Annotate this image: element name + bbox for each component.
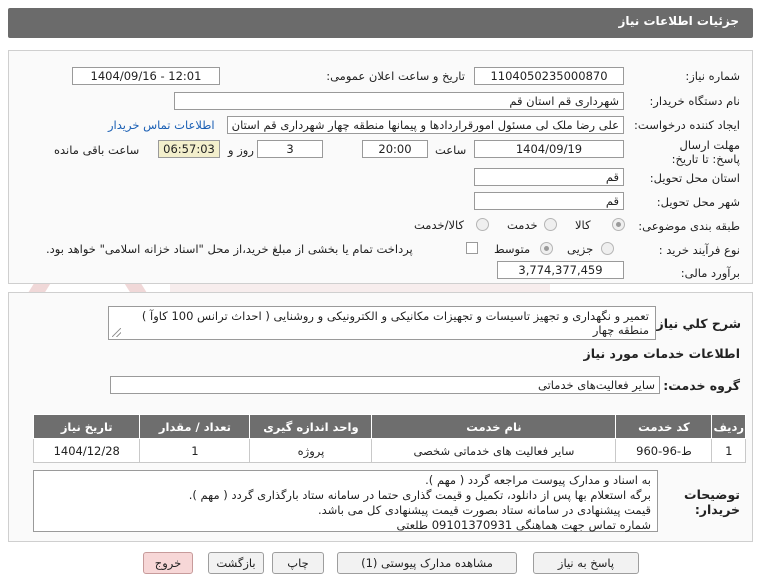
treasury-payment-checkbox[interactable] — [466, 242, 478, 254]
estimate-label: برآورد مالی: — [680, 266, 740, 280]
remaining-time-field: 06:57:03 — [158, 140, 220, 158]
remaining-time-label: ساعت باقی مانده — [54, 143, 140, 157]
buyer-note-line: شماره تماس جهت هماهنگی 09101370931 طلعتی — [396, 518, 651, 532]
category-label: طبقه بندی موضوعی: — [638, 219, 740, 233]
view-attachments-button[interactable]: مشاهده مدارک پیوستی (1) — [337, 552, 517, 574]
services-section-title: اطلاعات خدمات مورد نیاز — [583, 346, 741, 361]
exit-button[interactable]: خروج — [143, 552, 193, 574]
page-title: جزئیات اطلاعات نیاز — [618, 14, 739, 28]
process-option-minor: جزیی — [567, 242, 594, 256]
announce-date-field: 1404/09/16 - 12:01 — [72, 67, 220, 85]
buyer-note-line: قیمت پیشنهادی در سامانه ستاد بصورت قیمت … — [317, 503, 651, 517]
category-option-service: خدمت — [507, 218, 538, 232]
resize-grip-icon[interactable] — [112, 328, 121, 337]
cell-service-name: سایر فعالیت های خدماتی شخصی — [371, 438, 617, 463]
days-remaining-field: 3 — [257, 140, 323, 158]
col-service-name: نام خدمت — [371, 414, 617, 439]
creator-field: علی رضا ملک لی مسئول امورقراردادها و پیم… — [227, 116, 624, 134]
category-option-goods-service: کالا/خدمت — [414, 218, 465, 232]
services-table: ردیف کد خدمت نام خدمت واحد اندازه گیری ت… — [32, 414, 746, 463]
cell-unit: پروژه — [249, 438, 373, 463]
reply-to-need-button[interactable]: پاسخ به نیاز — [533, 552, 639, 574]
cell-service-code: ط-96-960 — [615, 438, 713, 463]
col-need-date: تاریخ نیاز — [32, 414, 141, 439]
back-button[interactable]: بازگشت — [208, 552, 264, 574]
summary-label: شرح کلي نياز: — [651, 316, 741, 331]
days-label: روز و — [228, 143, 254, 157]
deadline-time-field: 20:00 — [362, 140, 428, 158]
buyer-notes-box: به اسناد و مدارک پیوست مراجعه گردد ( مهم… — [33, 470, 658, 532]
treasury-payment-note: پرداخت تمام یا بخشی از مبلغ خرید،از محل … — [46, 242, 413, 256]
process-radio-minor[interactable] — [601, 242, 614, 255]
deadline-time-label: ساعت — [435, 143, 467, 157]
services-table-header: ردیف کد خدمت نام خدمت واحد اندازه گیری ت… — [32, 414, 746, 439]
province-label: استان محل تحویل: — [649, 171, 740, 185]
need-number-label: شماره نیاز: — [685, 69, 740, 83]
summary-text: تعمیر و نگهداری و تجهیز تاسیسات و تجهیزا… — [108, 306, 656, 340]
need-number-field: 1104050235000870 — [474, 67, 624, 85]
deadline-label: مهلت ارسال پاسخ: تا تاریخ: — [671, 138, 740, 166]
deadline-date-field: 1404/09/19 — [474, 140, 624, 158]
category-radio-goods[interactable] — [612, 218, 625, 231]
col-quantity: تعداد / مقدار — [139, 414, 251, 439]
city-label: شهر محل تحویل: — [656, 195, 740, 209]
announce-date-label: تاریخ و ساعت اعلان عمومی: — [326, 69, 465, 83]
buyer-org-label: نام دستگاه خریدار: — [649, 94, 740, 108]
process-option-medium: متوسط — [494, 242, 531, 256]
print-button[interactable]: چاپ — [272, 552, 324, 574]
creator-label: ایجاد کننده درخواست: — [634, 118, 740, 132]
category-radio-service[interactable] — [544, 218, 557, 231]
province-field: قم — [474, 168, 624, 186]
col-unit: واحد اندازه گیری — [249, 414, 373, 439]
category-radio-goods-service[interactable] — [476, 218, 489, 231]
service-group-field: سایر فعالیت‌های خدماتی — [110, 376, 660, 394]
cell-need-date: 1404/12/28 — [32, 438, 141, 463]
cell-quantity: 1 — [139, 438, 251, 463]
estimate-field: 3,774,377,459 — [497, 261, 624, 279]
buyer-note-line: برگه استعلام بها پس از دانلود، تکمیل و ق… — [188, 488, 651, 502]
service-group-label: گروه خدمت: — [663, 378, 740, 393]
process-radio-medium[interactable] — [540, 242, 553, 255]
summary-text-content: تعمیر و نگهداری و تجهیز تاسیسات و تجهیزا… — [141, 309, 649, 337]
col-service-code: کد خدمت — [615, 414, 713, 439]
buyer-note-line: به اسناد و مدارک پیوست مراجعه گردد ( مهم… — [425, 473, 651, 487]
buyer-notes-label: توضیحات خریدار: — [684, 487, 740, 517]
process-label: نوع فرآیند خرید : — [658, 243, 740, 257]
page-header: جزئیات اطلاعات نیاز — [8, 8, 753, 38]
buyer-contact-link[interactable]: اطلاعات تماس خریدار — [108, 118, 215, 132]
city-field: قم — [474, 192, 624, 210]
col-row-number: ردیف — [711, 414, 746, 439]
cell-row-number: 1 — [711, 438, 746, 463]
buyer-org-field: شهرداری قم استان قم — [174, 92, 624, 110]
category-option-goods: کالا — [575, 218, 591, 232]
table-row: 1 ط-96-960 سایر فعالیت های خدماتی شخصی پ… — [32, 438, 746, 463]
